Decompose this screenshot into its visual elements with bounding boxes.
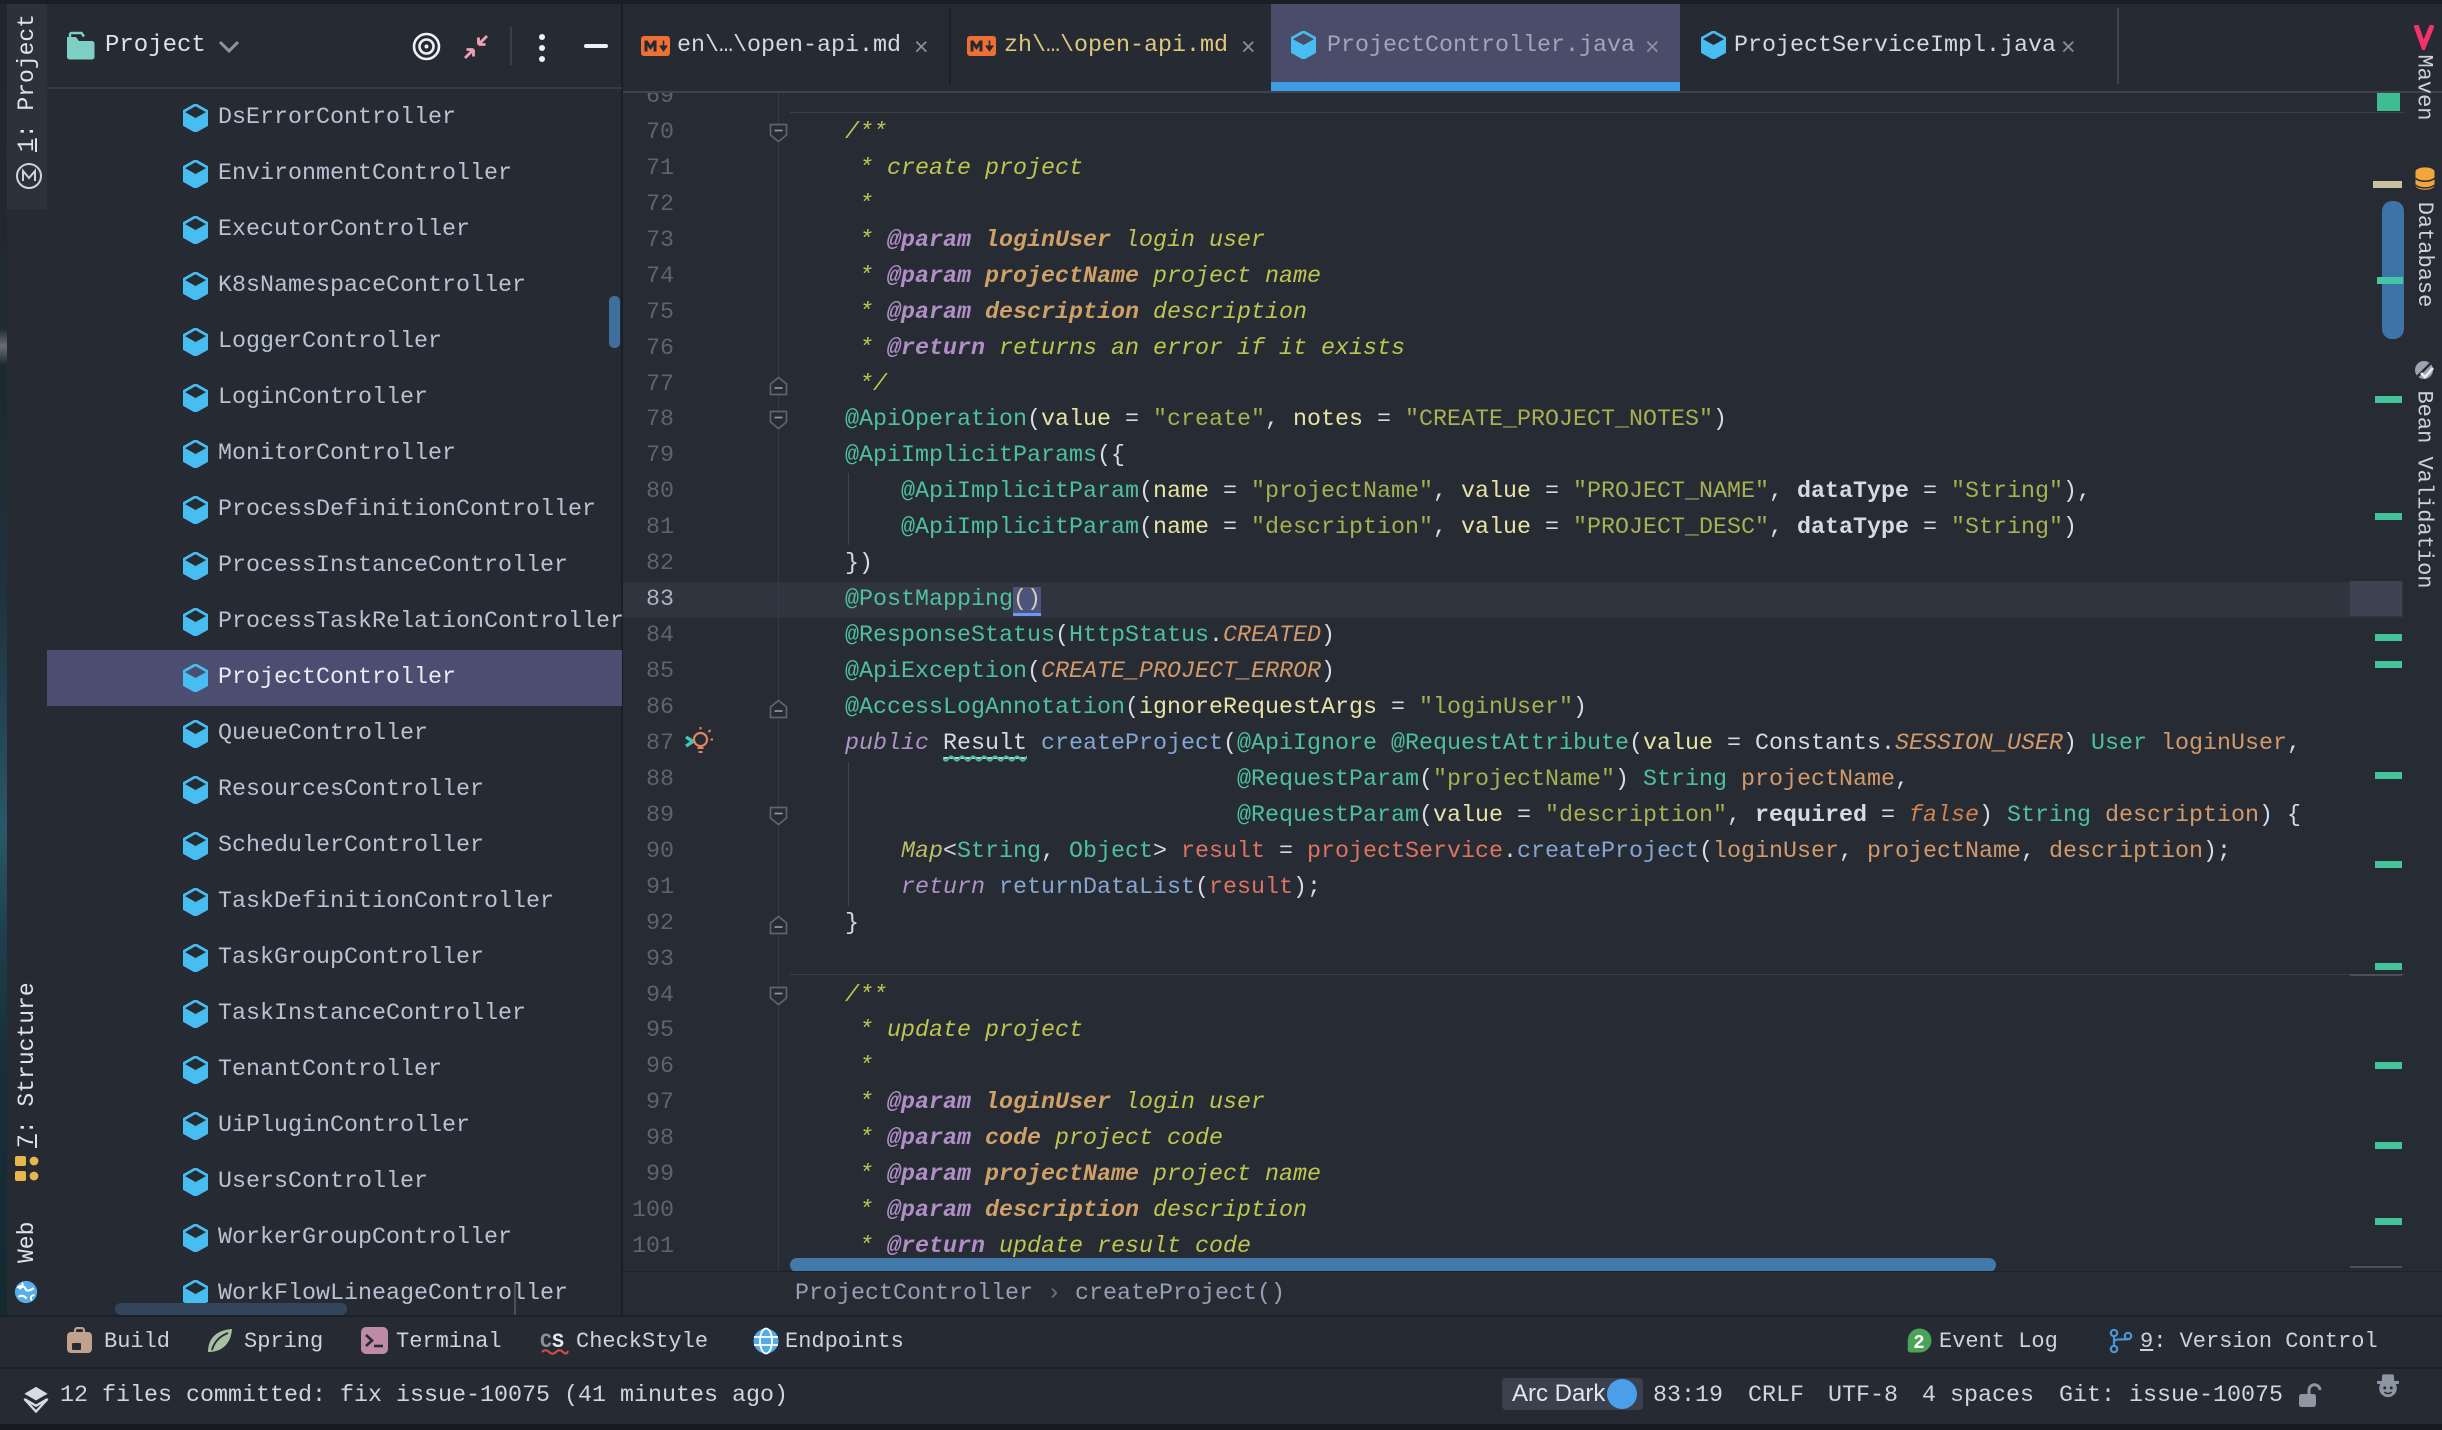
- svg-text:2: 2: [1913, 1332, 1924, 1354]
